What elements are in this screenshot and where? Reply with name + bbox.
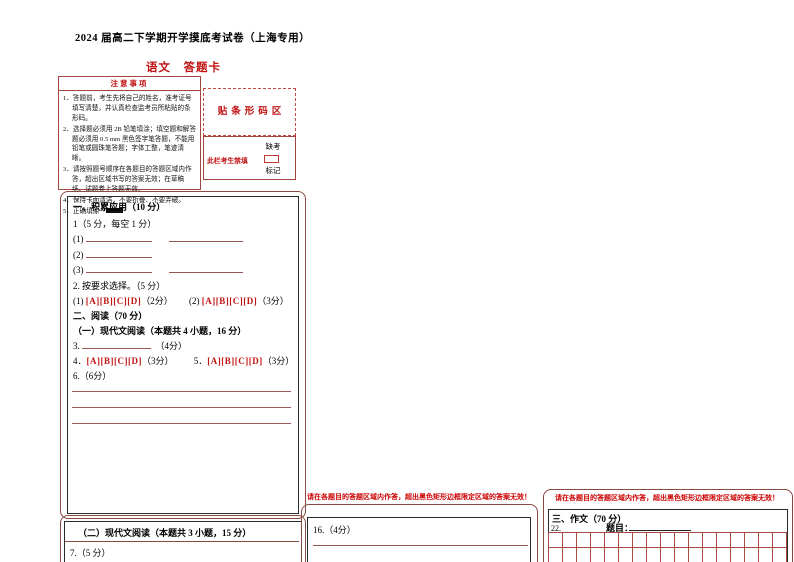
forbidden-label: 此栏考生禁填 xyxy=(207,158,248,165)
q4-choices: [A][B][C][D] xyxy=(86,356,142,366)
notice-item: 1．答题前，考生先将自己的姓名，准考证号填写清楚，并认真检查监考员所粘贴的条形码… xyxy=(63,95,192,122)
essay-grid-cell xyxy=(758,547,773,562)
part1-title: 一、积累应用（10 分） xyxy=(73,202,166,212)
essay-grid-cell xyxy=(716,547,731,562)
modern2-title: （二）现代文阅读（本题共 3 小题，15 分） xyxy=(78,528,252,538)
essay-grid-cell xyxy=(604,547,619,562)
answer-blank xyxy=(85,233,152,242)
mark-label: 标记 xyxy=(265,166,281,175)
q5-choices: [A][B][C][D] xyxy=(207,356,263,366)
q2-2-score: （3分） xyxy=(257,296,289,306)
essay-grid-cell xyxy=(688,547,703,562)
q2-1-num: (1) xyxy=(73,296,84,306)
absent-mark-checkbox xyxy=(264,155,279,163)
essay-grid-cell xyxy=(646,547,661,562)
q1-blank-row: (3) xyxy=(73,264,243,275)
answer-blank xyxy=(82,340,151,349)
section-divider-line xyxy=(65,541,299,542)
essay-grid-cell xyxy=(590,547,605,562)
q1-item-num: (3) xyxy=(73,265,84,275)
essay-grid-cell xyxy=(562,547,577,562)
part2-title: 二、阅读（70 分） xyxy=(73,311,148,321)
notice-box: 注意事项 1．答题前，考生先将自己的姓名，准考证号填写清楚，并认真检查监考员所粘… xyxy=(58,76,201,215)
answer-line xyxy=(72,407,291,408)
answer-line xyxy=(72,423,291,424)
essay-grid-cell xyxy=(758,532,773,548)
q2-2-num: (2) xyxy=(189,296,200,306)
answer-blank xyxy=(168,233,243,242)
essay-grid-cell xyxy=(590,532,605,548)
essay-grid-cell xyxy=(730,547,745,562)
essay-grid-cell xyxy=(548,532,563,548)
essay-grid-cell xyxy=(744,532,759,548)
essay-grid-cell xyxy=(646,532,661,548)
q4-score: （3分） xyxy=(142,356,174,366)
essay-grid-cell xyxy=(660,547,675,562)
q4-q5-row: 4．[A][B][C][D]（3分） 5．[A][B][C][D]（3分） xyxy=(73,354,294,367)
essay-grid-cell xyxy=(674,547,689,562)
essay-grid-cell xyxy=(632,532,647,548)
q1-blank-row: (1) xyxy=(73,233,243,244)
essay-grid-cell xyxy=(688,532,703,548)
answer-blank xyxy=(85,264,152,273)
q2-1-score: （2分） xyxy=(141,296,173,306)
q1-label: 1（5 分，每空 1 分） xyxy=(73,219,157,229)
answer-line xyxy=(313,545,528,546)
essay-grid xyxy=(548,532,787,562)
essay-grid-cell xyxy=(576,532,591,548)
essay-grid-cell xyxy=(632,547,647,562)
modern1-title: （一）现代文阅读（本题共 4 小题，16 分） xyxy=(73,326,247,336)
subject-header: 语文 答题卡 xyxy=(146,62,221,74)
essay-grid-cell xyxy=(660,532,675,548)
absent-label: 缺考 xyxy=(265,142,281,151)
absent-mark-box: 缺考 此栏考生禁填 标记 xyxy=(203,136,296,180)
q2-choices-row: (1) [A][B][C][D]（2分） (2) [A][B][C][D]（3分… xyxy=(73,294,289,307)
q3-num: 3. xyxy=(73,341,80,351)
region-warning-text: 请在各题目的答题区域内作答，超出黑色矩形边框限定区域的答案无效！ xyxy=(555,494,779,502)
essay-grid-cell xyxy=(744,547,759,562)
answer-line xyxy=(72,391,291,392)
essay-grid-cell xyxy=(674,532,689,548)
q1-item-num: (2) xyxy=(73,250,84,260)
essay-grid-cell xyxy=(604,532,619,548)
essay-grid-cell xyxy=(562,532,577,548)
q4-num: 4． xyxy=(73,356,87,366)
essay-grid-cell xyxy=(772,547,787,562)
answer-blank xyxy=(85,249,152,258)
q3-score: （4分） xyxy=(160,341,188,351)
barcode-area-label: 贴条形码区 xyxy=(217,107,286,117)
essay-grid-cell xyxy=(772,532,787,548)
q7-label: 7.（5 分） xyxy=(70,548,111,558)
essay-grid-cell xyxy=(702,547,717,562)
q1-item-num: (1) xyxy=(73,234,84,244)
barcode-area: 贴条形码区 xyxy=(203,88,296,136)
q6-label: 6.（6分） xyxy=(73,371,112,381)
essay-grid-cell xyxy=(618,532,633,548)
essay-grid-cell xyxy=(730,532,745,548)
q3-row: 3. （4分） xyxy=(73,339,187,352)
q5-num: 5． xyxy=(193,356,208,366)
answer-blank xyxy=(168,264,243,273)
page-title: 2024 届高二下学期开学摸底考试卷（上海专用） xyxy=(75,33,311,44)
essay-grid-cell xyxy=(716,532,731,548)
region-warning-text: 请在各题目的答题区域内作答，超出黑色矩形边框限定区域的答案无效！ xyxy=(307,493,531,501)
q16-label: 16.（4分） xyxy=(313,525,356,535)
essay-topic-blank xyxy=(629,530,691,531)
notice-header: 注意事项 xyxy=(59,77,200,91)
q2-label: 2. 按要求选择。（5 分） xyxy=(73,281,166,291)
q5-score: （3分） xyxy=(262,356,295,366)
essay-grid-cell xyxy=(702,532,717,548)
q1-blank-row: (2) xyxy=(73,249,152,260)
essay-grid-cell xyxy=(548,547,563,562)
essay-grid-cell xyxy=(576,547,591,562)
q2-2-choices: [A][B][C][D] xyxy=(201,296,258,306)
q2-1-choices: [A][B][C][D] xyxy=(85,296,142,306)
essay-grid-cell xyxy=(618,547,633,562)
answer-sheet-page: 2024 届高二下学期开学摸底考试卷（上海专用） 语文 答题卡 注意事项 1．答… xyxy=(0,0,794,562)
notice-item: 2．选择题必须用 2B 铅笔填涂；填空题和解答题必须用 0.5 mm 黑色签字笔… xyxy=(63,125,196,163)
